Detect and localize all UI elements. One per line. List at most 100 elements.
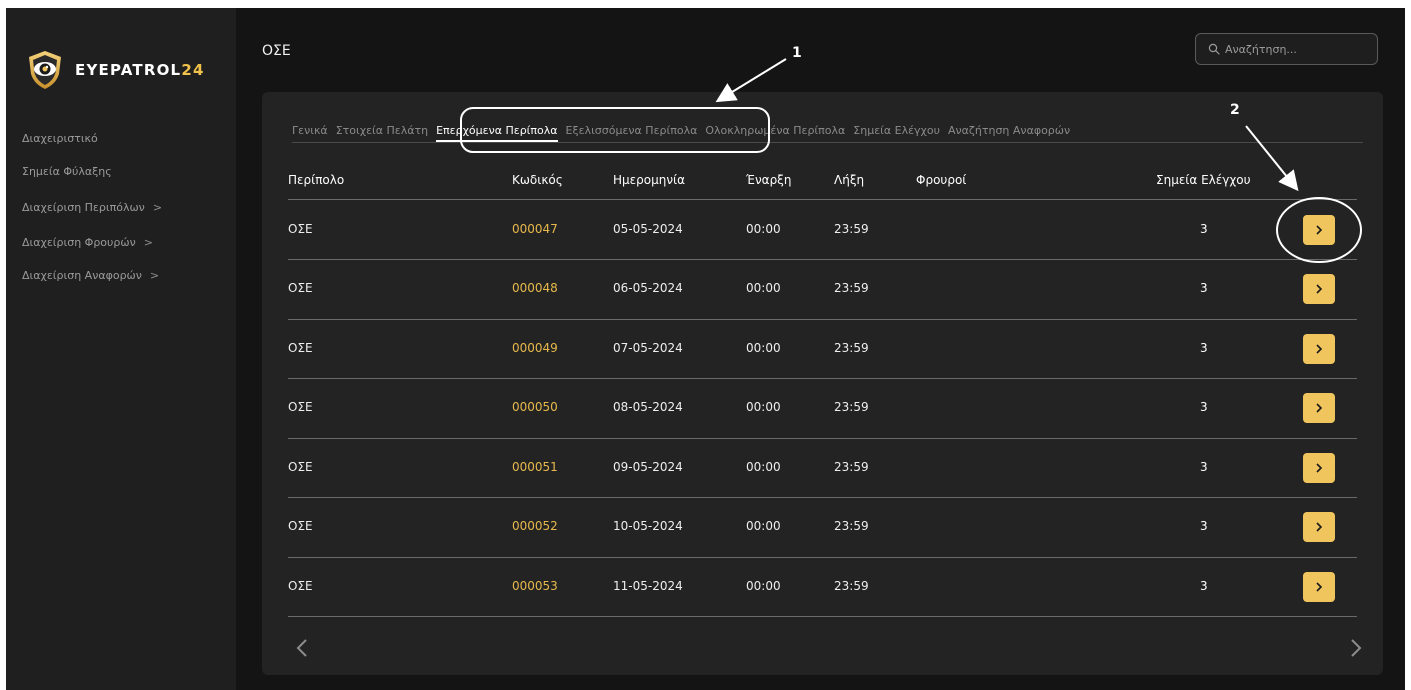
table-cell-start: 00:00 <box>746 519 781 534</box>
sidebar-item-label: Διαχείριση Φρουρών <box>22 236 136 249</box>
open-patrol-button[interactable] <box>1303 214 1335 245</box>
tab-report-search[interactable]: Αναζήτηση Αναφορών <box>948 124 1070 142</box>
sidebar-item-guard-points[interactable]: Σημεία Φύλαξης <box>22 165 112 178</box>
table-cell-start: 00:00 <box>746 281 781 296</box>
table-cell-date: 10-05-2024 <box>613 519 683 534</box>
sidebar-item-patrol-management[interactable]: Διαχείριση Περιπόλων > <box>22 201 162 214</box>
table-cell-code[interactable]: 000048 <box>512 281 558 295</box>
chevron-right-icon <box>1351 639 1362 657</box>
sidebar-item-guard-management[interactable]: Διαχείριση Φρουρών > <box>22 236 153 249</box>
brand-name-main: EYEPATROL <box>75 61 182 79</box>
annotation-label-1: 1 <box>792 45 802 61</box>
table-row: ΟΣΕ 000053 11-05-2024 00:00 23:59 3 <box>262 557 1383 617</box>
table-cell-checkpoints: 3 <box>1200 519 1208 534</box>
sidebar-item-label: Σημεία Φύλαξης <box>22 165 112 178</box>
table-cell-checkpoints: 3 <box>1200 221 1208 236</box>
table-cell-start: 00:00 <box>746 221 781 236</box>
table-cell-start: 00:00 <box>746 459 781 474</box>
column-header-start: Έναρξη <box>746 173 792 187</box>
column-header-end: Λήξη <box>834 173 865 187</box>
table-cell-date: 11-05-2024 <box>613 578 683 593</box>
previous-page-button[interactable] <box>290 634 314 662</box>
sidebar-item-report-management[interactable]: Διαχείριση Αναφορών > <box>22 269 159 282</box>
tab-ongoing-patrols[interactable]: Εξελισσόμενα Περίπολα <box>566 124 698 142</box>
column-header-guards: Φρουροί <box>916 173 967 187</box>
table-cell-patrol: ΟΣΕ <box>288 281 313 296</box>
table-cell-start: 00:00 <box>746 340 781 355</box>
open-patrol-button[interactable] <box>1303 274 1335 305</box>
annotation-label-2: 2 <box>1230 102 1240 118</box>
table-cell-code[interactable]: 000047 <box>512 222 558 236</box>
table-cell-patrol: ΟΣΕ <box>288 221 313 236</box>
table-cell-date: 05-05-2024 <box>613 221 683 236</box>
table-row: ΟΣΕ 000048 06-05-2024 00:00 23:59 3 <box>262 260 1383 320</box>
brand-logo[interactable]: EYEPATROL24 <box>23 48 205 92</box>
open-patrol-button[interactable] <box>1303 452 1335 483</box>
column-header-patrol: Περίπολο <box>288 173 345 187</box>
chevron-right-icon <box>1316 582 1323 592</box>
table-cell-date: 08-05-2024 <box>613 400 683 415</box>
chevron-right-icon: > <box>149 269 160 282</box>
table-cell-patrol: ΟΣΕ <box>288 400 313 415</box>
chevron-right-icon <box>1316 522 1323 532</box>
table-cell-end: 23:59 <box>834 221 869 236</box>
table-cell-patrol: ΟΣΕ <box>288 340 313 355</box>
table-cell-date: 09-05-2024 <box>613 459 683 474</box>
sidebar-item-label: Διαχειριστικό <box>22 132 98 145</box>
next-page-button[interactable] <box>1344 634 1368 662</box>
table-cell-date: 07-05-2024 <box>613 340 683 355</box>
table-cell-code[interactable]: 000050 <box>512 400 558 414</box>
table-cell-checkpoints: 3 <box>1200 459 1208 474</box>
app-window: EYEPATROL24 Διαχειριστικό Σημεία Φύλαξης… <box>6 8 1405 690</box>
tab-general[interactable]: Γενικά <box>292 124 328 142</box>
open-patrol-button[interactable] <box>1303 393 1335 424</box>
search-input[interactable] <box>1225 42 1365 56</box>
column-header-checkpoints: Σημεία Ελέγχου <box>1156 173 1251 187</box>
column-header-code: Κωδικός <box>512 173 563 187</box>
open-patrol-button[interactable] <box>1303 512 1335 543</box>
table-row: ΟΣΕ 000047 05-05-2024 00:00 23:59 3 <box>262 200 1383 260</box>
search-icon <box>1208 43 1220 55</box>
table-cell-end: 23:59 <box>834 400 869 415</box>
row-divider <box>288 616 1357 617</box>
table-cell-patrol: ΟΣΕ <box>288 459 313 474</box>
chevron-left-icon <box>296 639 307 657</box>
chevron-right-icon <box>1316 225 1323 235</box>
chevron-right-icon <box>1316 403 1323 413</box>
table-cell-patrol: ΟΣΕ <box>288 578 313 593</box>
tab-checkpoints[interactable]: Σημεία Ελέγχου <box>853 124 940 142</box>
tab-divider <box>292 142 1363 143</box>
table-cell-date: 06-05-2024 <box>613 281 683 296</box>
table-cell-end: 23:59 <box>834 340 869 355</box>
chevron-right-icon: > <box>143 236 153 249</box>
table-cell-code[interactable]: 000053 <box>512 579 558 593</box>
table-cell-end: 23:59 <box>834 281 869 296</box>
tab-upcoming-patrols[interactable]: Επερχόμενα Περίπολα <box>436 124 559 142</box>
chevron-right-icon: > <box>152 201 163 214</box>
eye-shield-logo-icon <box>29 51 61 89</box>
table-cell-code[interactable]: 000052 <box>512 519 558 533</box>
table-cell-checkpoints: 3 <box>1200 340 1208 355</box>
table-cell-code[interactable]: 000051 <box>512 460 558 474</box>
table-cell-code[interactable]: 000049 <box>512 341 558 355</box>
open-patrol-button[interactable] <box>1303 571 1335 602</box>
table-cell-checkpoints: 3 <box>1200 400 1208 415</box>
sidebar-item-admin[interactable]: Διαχειριστικό <box>22 132 98 145</box>
search-box[interactable] <box>1195 33 1378 65</box>
table-row: ΟΣΕ 000052 10-05-2024 00:00 23:59 3 <box>262 498 1383 558</box>
tab-customer-info[interactable]: Στοιχεία Πελάτη <box>336 124 428 142</box>
table-cell-checkpoints: 3 <box>1200 281 1208 296</box>
column-header-date: Ημερομηνία <box>613 173 686 187</box>
tab-bar: Γενικά Στοιχεία Πελάτη Επερχόμενα Περίπο… <box>292 124 1070 142</box>
brand-name: EYEPATROL24 <box>75 61 205 79</box>
table-cell-start: 00:00 <box>746 578 781 593</box>
chevron-right-icon <box>1316 463 1323 473</box>
chevron-right-icon <box>1316 344 1323 354</box>
tab-completed-patrols[interactable]: Ολοκληρωμένα Περίπολα <box>705 124 845 142</box>
table-cell-end: 23:59 <box>834 578 869 593</box>
chevron-right-icon <box>1316 284 1323 294</box>
patrols-card: Γενικά Στοιχεία Πελάτη Επερχόμενα Περίπο… <box>262 92 1383 675</box>
table-row: ΟΣΕ 000051 09-05-2024 00:00 23:59 3 <box>262 438 1383 498</box>
table-row: ΟΣΕ 000050 08-05-2024 00:00 23:59 3 <box>262 379 1383 439</box>
open-patrol-button[interactable] <box>1303 333 1335 364</box>
